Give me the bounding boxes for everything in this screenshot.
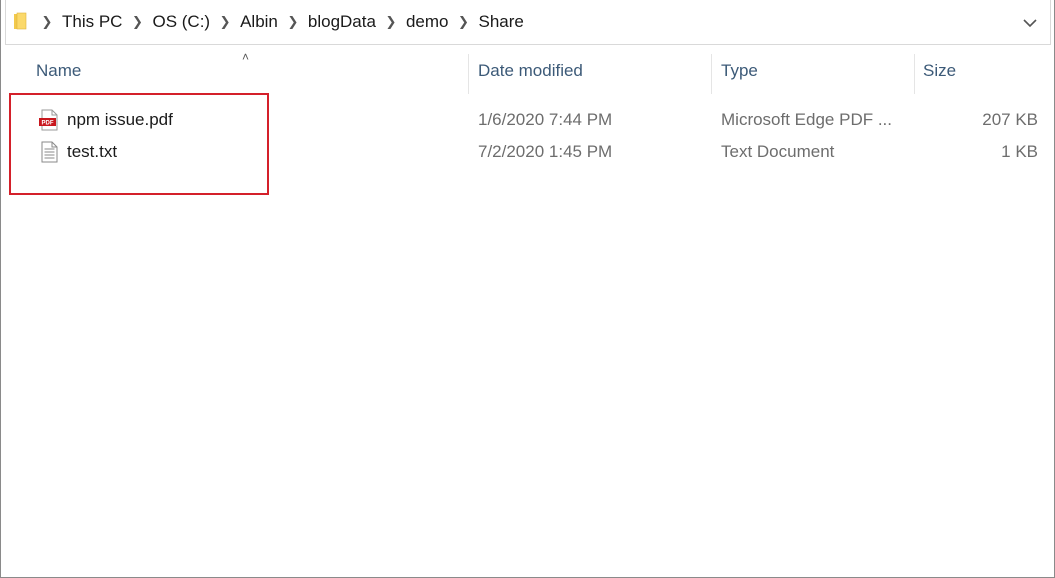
column-divider[interactable]	[914, 54, 915, 94]
breadcrumb-item-os-c[interactable]: OS (C:)	[148, 12, 214, 32]
breadcrumb-item-share[interactable]: Share	[474, 12, 527, 32]
breadcrumb-item-demo[interactable]: demo	[402, 12, 453, 32]
column-header-size[interactable]: Size	[923, 46, 956, 96]
column-header-date-modified[interactable]: Date modified	[478, 46, 583, 96]
highlight-annotation-box	[9, 93, 269, 195]
file-type: Microsoft Edge PDF ...	[721, 110, 892, 129]
chevron-right-icon[interactable]: ❯	[214, 14, 236, 30]
chevron-right-icon[interactable]: ❯	[36, 14, 58, 30]
file-size: 207 KB	[982, 110, 1038, 129]
breadcrumb-item-this-pc[interactable]: This PC	[58, 12, 126, 32]
folder-icon	[13, 12, 27, 30]
column-header-type[interactable]: Type	[721, 46, 758, 96]
column-divider[interactable]	[468, 54, 469, 94]
breadcrumb: ❯ This PC ❯ OS (C:) ❯ Albin ❯ blogData ❯…	[36, 0, 528, 44]
file-explorer-window: ❯ This PC ❯ OS (C:) ❯ Albin ❯ blogData ❯…	[0, 0, 1055, 578]
column-header-row: ˄ Name Date modified Type Size	[6, 46, 1050, 96]
address-bar[interactable]: ❯ This PC ❯ OS (C:) ❯ Albin ❯ blogData ❯…	[5, 0, 1051, 45]
column-header-name[interactable]: Name	[36, 46, 81, 96]
file-date-modified: 7/2/2020 1:45 PM	[478, 142, 613, 161]
column-divider[interactable]	[711, 54, 712, 94]
chevron-right-icon[interactable]: ❯	[380, 14, 402, 30]
file-date-modified: 1/6/2020 7:44 PM	[478, 110, 613, 129]
file-type: Text Document	[721, 142, 835, 161]
chevron-down-icon[interactable]	[1018, 12, 1042, 34]
file-size: 1 KB	[1001, 142, 1038, 161]
sort-ascending-icon: ˄	[242, 50, 250, 64]
chevron-right-icon[interactable]: ❯	[126, 14, 148, 30]
chevron-right-icon[interactable]: ❯	[282, 14, 304, 30]
breadcrumb-item-blogdata[interactable]: blogData	[304, 12, 380, 32]
chevron-right-icon[interactable]: ❯	[452, 14, 474, 30]
breadcrumb-item-albin[interactable]: Albin	[236, 12, 282, 32]
